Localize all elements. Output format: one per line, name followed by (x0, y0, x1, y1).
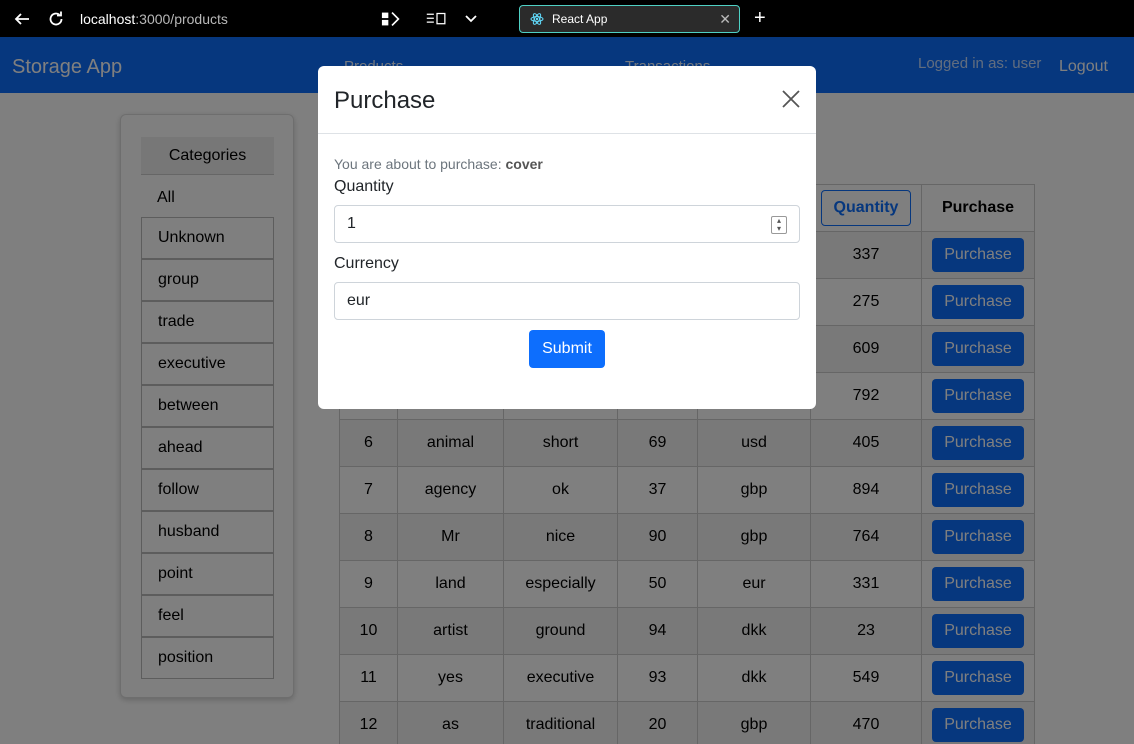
new-tab-icon[interactable]: + (754, 7, 766, 30)
currency-value: eur (347, 292, 371, 309)
purchase-info-prefix: You are about to purchase: (334, 156, 506, 172)
purchase-info: You are about to purchase: cover (334, 156, 800, 172)
tab-close-icon[interactable]: ✕ (719, 11, 731, 28)
purchase-modal: Purchase You are about to purchase: cove… (318, 66, 816, 409)
react-icon (530, 13, 544, 25)
collections-icon[interactable] (426, 8, 448, 30)
app-root: Storage App Products Transactions Logged… (0, 37, 1134, 744)
browser-chrome: localhost:3000/products React App ✕ + (0, 0, 1134, 37)
product-name: cover (505, 156, 543, 172)
stepper-icon[interactable]: ▴ ▾ (771, 216, 787, 234)
reload-icon[interactable] (45, 8, 67, 30)
close-icon[interactable] (780, 88, 802, 110)
reader-mode-icon[interactable] (381, 8, 403, 30)
modal-body: You are about to purchase: cover Quantit… (334, 156, 800, 320)
url-path: :3000/products (135, 11, 228, 27)
tab-title: React App (552, 12, 608, 26)
submit-button[interactable]: Submit (529, 330, 605, 368)
quantity-value: 1 (347, 215, 356, 232)
browser-tab[interactable]: React App ✕ (519, 5, 740, 33)
currency-input[interactable]: eur (334, 282, 800, 320)
quantity-input[interactable]: 1 ▴ ▾ (334, 205, 800, 243)
back-icon[interactable] (11, 8, 33, 30)
url-host: localhost (80, 11, 136, 27)
chevron-down-icon[interactable] (460, 8, 482, 30)
currency-label: Currency (334, 255, 399, 272)
modal-title: Purchase (334, 87, 436, 114)
modal-header: Purchase (318, 66, 816, 134)
quantity-label: Quantity (334, 178, 394, 195)
address-bar[interactable]: localhost:3000/products (80, 11, 228, 27)
